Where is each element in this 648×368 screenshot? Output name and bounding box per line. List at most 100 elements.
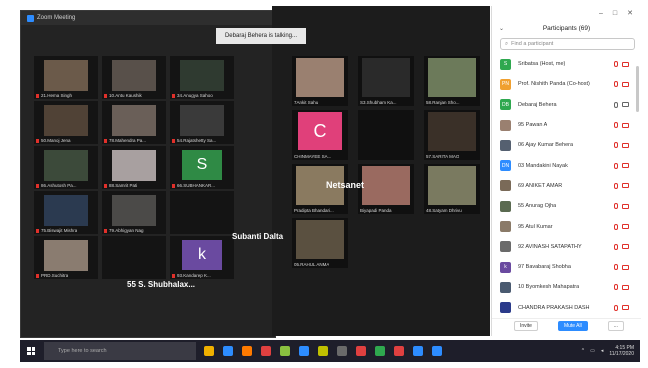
camera-off-icon[interactable]: [622, 81, 629, 87]
participant-row[interactable]: DN 03 Mandakini Nayak: [500, 155, 633, 175]
camera-off-icon[interactable]: [622, 163, 629, 169]
camera-off-icon[interactable]: [622, 183, 629, 189]
taskbar-app-icon[interactable]: [356, 346, 366, 356]
back-video-tile[interactable]: 78.Mahendra Pa...: [102, 101, 166, 144]
mic-muted-icon[interactable]: [614, 304, 618, 311]
back-video-tile[interactable]: 75.Biswajit Mishra: [34, 191, 98, 234]
camera-off-icon[interactable]: [622, 122, 629, 128]
back-video-tile[interactable]: 10.Antu Kaushik: [102, 56, 166, 99]
participant-status-icons: [614, 81, 629, 88]
taskbar-search-input[interactable]: Type here to search: [44, 342, 196, 360]
participant-avatar: k: [182, 240, 222, 270]
participant-row[interactable]: DB Debaraj Behera: [500, 95, 633, 115]
taskbar-app-icon[interactable]: [375, 346, 385, 356]
mic-muted-icon[interactable]: [614, 122, 618, 129]
taskbar-app-icon[interactable]: [337, 346, 347, 356]
mic-muted-icon[interactable]: [614, 264, 618, 271]
maximize-icon[interactable]: □: [613, 10, 617, 17]
participant-row[interactable]: 10 Byomkesh Mahapatra: [500, 277, 633, 297]
mute-all-button[interactable]: Mute All: [557, 320, 588, 331]
mic-muted-icon[interactable]: [614, 182, 618, 189]
network-icon[interactable]: ▭: [590, 348, 595, 354]
participant-row[interactable]: 95 Pawan A: [500, 115, 633, 135]
chevron-down-icon[interactable]: ⌄: [499, 25, 504, 32]
taskbar-app-icon[interactable]: [432, 346, 442, 356]
mic-muted-icon: [172, 93, 175, 98]
camera-off-icon[interactable]: [622, 142, 629, 148]
front-video-tile[interactable]: S3.Shubham Ka...: [358, 56, 414, 106]
front-video-tile[interactable]: 48.Satyam Dhrivu: [424, 164, 480, 214]
tile-name-label: Biyapadi Panda: [360, 208, 392, 213]
front-video-tile[interactable]: Biyapadi Panda: [358, 164, 414, 214]
back-video-tile[interactable]: 86.Ashutosh Pa...: [34, 146, 98, 189]
back-video-tile[interactable]: PRD.Suchitra: [34, 236, 98, 279]
tile-name-label: Pradipta Bhandari...: [294, 208, 334, 213]
back-video-tile[interactable]: 21.Hema Singh: [34, 56, 98, 99]
participant-row[interactable]: 95 Atul Kumar: [500, 216, 633, 236]
mic-muted-icon[interactable]: [614, 243, 618, 250]
mic-muted-icon[interactable]: [614, 61, 618, 68]
participant-avatar: [500, 180, 511, 192]
camera-off-icon[interactable]: [622, 305, 629, 311]
back-window-titlebar[interactable]: Zoom Meeting: [21, 11, 275, 25]
mic-muted-icon[interactable]: [614, 81, 618, 88]
front-video-tile[interactable]: [358, 110, 414, 160]
front-video-tile[interactable]: 58.Ranjan Sho...: [424, 56, 480, 106]
participant-row[interactable]: 92 AVINASH SATAPATHY: [500, 237, 633, 257]
participant-row[interactable]: CHANDRA PRAKASH DASH: [500, 298, 633, 318]
volume-icon[interactable]: ◂: [601, 348, 604, 354]
camera-off-icon[interactable]: [622, 203, 629, 209]
taskbar-app-icon[interactable]: [261, 346, 271, 356]
participant-row[interactable]: 06 Ajay Kumar Behera: [500, 135, 633, 155]
more-button[interactable]: ...: [607, 320, 624, 331]
participant-list-scrollbar[interactable]: [636, 66, 639, 112]
participant-row[interactable]: S Sribatsa (Host, me): [500, 54, 633, 74]
mic-icon[interactable]: [614, 101, 618, 108]
mic-muted-icon[interactable]: [614, 203, 618, 210]
taskbar-app-icon[interactable]: [413, 346, 423, 356]
taskbar-app-icon[interactable]: [394, 346, 404, 356]
back-video-tile[interactable]: S 66.SUBHANKAR...: [170, 146, 234, 189]
participant-search-input[interactable]: ⌕ Find a participant: [500, 38, 635, 50]
camera-off-icon[interactable]: [622, 264, 629, 270]
back-video-tile[interactable]: 88.Samrit Pati: [102, 146, 166, 189]
back-video-tile[interactable]: 34.Anugya Sahoo: [170, 56, 234, 99]
front-video-tile[interactable]: 05.RAHUL ANMA: [292, 218, 348, 268]
front-video-tile[interactable]: 57.SARITA MAO: [424, 110, 480, 160]
participant-row[interactable]: 69 ANIKET AMAR: [500, 176, 633, 196]
participant-row[interactable]: 55 Anurag Ojha: [500, 196, 633, 216]
camera-icon[interactable]: [622, 102, 629, 108]
camera-off-icon[interactable]: [622, 61, 629, 67]
back-video-tile[interactable]: 50.Manoj Jena: [34, 101, 98, 144]
mic-muted-icon[interactable]: [614, 142, 618, 149]
back-video-tile[interactable]: 54.Rajatshetty Sa...: [170, 101, 234, 144]
mic-muted-icon[interactable]: [614, 223, 618, 230]
back-video-tile[interactable]: k 93.Kandarep K...: [170, 236, 234, 279]
taskbar-app-icon[interactable]: [223, 346, 233, 356]
system-tray: ^ ▭ ◂ 4:15 PM 11/17/2020: [582, 345, 640, 357]
close-icon[interactable]: ✕: [627, 9, 633, 17]
taskbar-app-icon[interactable]: [299, 346, 309, 356]
back-video-tile[interactable]: 79.Abhigyan Nag: [102, 191, 166, 234]
participant-row[interactable]: PN Prof. Nishith Panda (Co-host): [500, 74, 633, 94]
back-video-tile[interactable]: [170, 191, 234, 234]
chevron-up-icon[interactable]: ^: [582, 348, 584, 354]
taskbar-clock[interactable]: 4:15 PM 11/17/2020: [609, 345, 634, 357]
camera-off-icon[interactable]: [622, 284, 629, 290]
front-video-tile[interactable]: 7Ankit Sahu: [292, 56, 348, 106]
camera-off-icon[interactable]: [622, 244, 629, 250]
minimize-icon[interactable]: –: [599, 10, 603, 17]
invite-button[interactable]: Invite: [514, 320, 538, 331]
tile-name-text: PRD.Suchitra: [41, 273, 69, 278]
mic-muted-icon[interactable]: [614, 284, 618, 291]
back-video-tile[interactable]: [102, 236, 166, 279]
participant-row[interactable]: k 97 Bavabaraj Shobha: [500, 257, 633, 277]
front-video-tile[interactable]: C CHINMAYEE SA...: [292, 110, 348, 160]
taskbar-app-icon[interactable]: [280, 346, 290, 356]
taskbar-app-icon[interactable]: [242, 346, 252, 356]
taskbar-app-icon[interactable]: [204, 346, 214, 356]
mic-muted-icon[interactable]: [614, 162, 618, 169]
start-button[interactable]: [20, 340, 42, 362]
taskbar-app-icon[interactable]: [318, 346, 328, 356]
camera-off-icon[interactable]: [622, 224, 629, 230]
